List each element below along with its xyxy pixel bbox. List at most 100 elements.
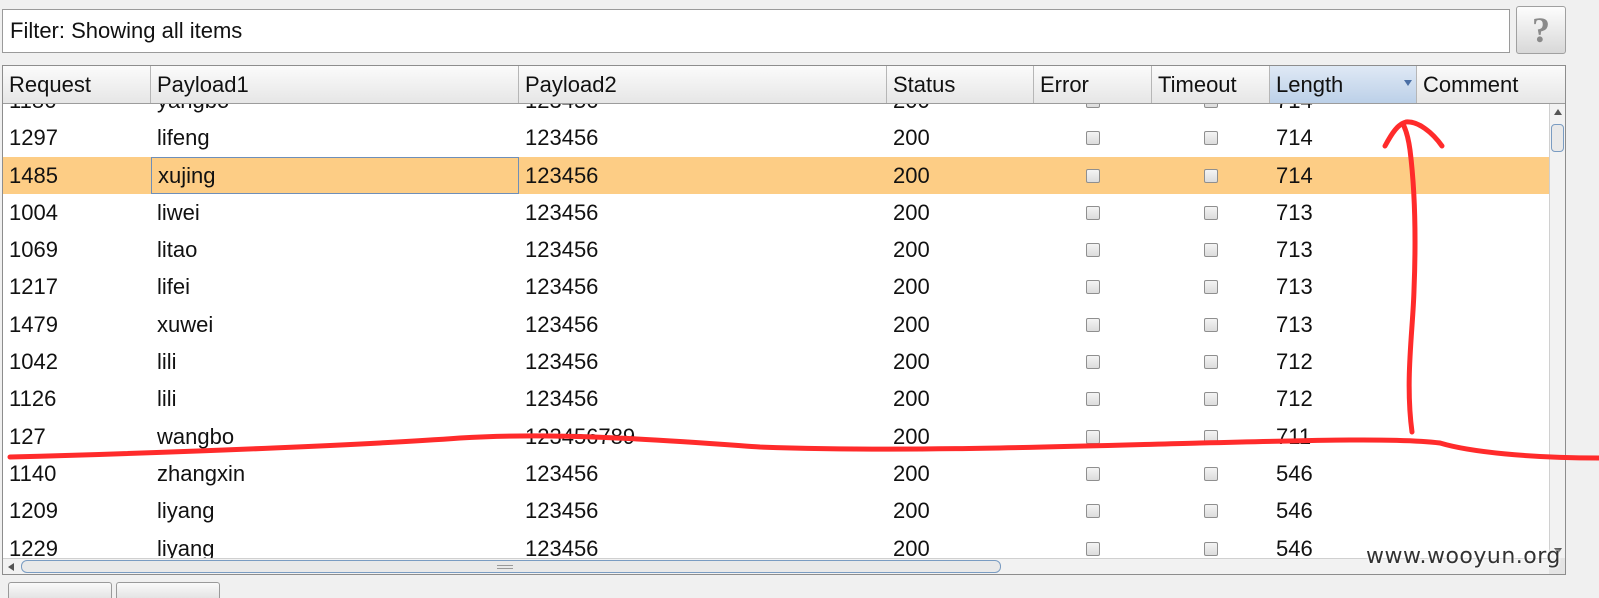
table-row[interactable]: 1140 zhangxin 123456 200 546 xyxy=(3,455,1549,492)
cell-payload1: wangbo xyxy=(157,423,235,449)
column-header-status[interactable]: Status xyxy=(887,66,1034,103)
cell-request: 127 xyxy=(9,423,46,449)
timeout-checkbox[interactable] xyxy=(1204,104,1218,108)
timeout-checkbox[interactable] xyxy=(1204,317,1218,332)
help-button[interactable]: ? xyxy=(1516,6,1566,54)
table-row[interactable]: 1297 lifeng 123456 200 714 xyxy=(3,119,1549,156)
column-header-payload2[interactable]: Payload2 xyxy=(519,66,887,103)
table-row[interactable]: 1186 yangbo 123456 200 714 xyxy=(3,104,1549,119)
table-row[interactable]: 127 wangbo 123456789 200 711 xyxy=(3,418,1549,455)
cell-payload2: 123456 xyxy=(519,104,598,119)
cell-request: 1229 xyxy=(9,535,58,558)
error-checkbox[interactable] xyxy=(1086,504,1100,519)
error-checkbox[interactable] xyxy=(1086,131,1100,146)
column-header-length[interactable]: Length xyxy=(1270,66,1417,103)
cell-payload2: 123456 xyxy=(525,460,599,486)
cell-status: 200 xyxy=(893,125,930,151)
timeout-checkbox[interactable] xyxy=(1204,466,1218,481)
error-checkbox[interactable] xyxy=(1086,168,1100,183)
timeout-checkbox[interactable] xyxy=(1204,392,1218,407)
table-row-selected[interactable]: 1485 xujing 123456 200 714 xyxy=(3,156,1549,194)
cell-payload1: zhangxin xyxy=(157,460,246,486)
cell-status: 200 xyxy=(887,104,930,119)
filter-bar[interactable]: Filter: Showing all items xyxy=(2,9,1510,53)
column-header-length-label: Length xyxy=(1276,72,1344,97)
table-row[interactable]: 1004 liwei 123456 200 713 xyxy=(3,194,1549,231)
error-checkbox[interactable] xyxy=(1086,541,1100,556)
cell-payload1: yangbo xyxy=(151,104,229,119)
timeout-checkbox[interactable] xyxy=(1204,429,1218,444)
column-header-error[interactable]: Error xyxy=(1034,66,1152,103)
table-header: Request Payload1 Payload2 Status Error T… xyxy=(3,66,1565,104)
cell-length: 713 xyxy=(1276,311,1313,337)
error-checkbox[interactable] xyxy=(1086,205,1100,220)
column-header-request[interactable]: Request xyxy=(3,66,151,103)
scroll-grip-icon xyxy=(497,565,513,569)
scroll-left-arrow-icon[interactable] xyxy=(8,563,14,571)
timeout-checkbox[interactable] xyxy=(1204,280,1218,295)
cell-payload2: 123456789 xyxy=(525,423,636,449)
error-checkbox[interactable] xyxy=(1086,243,1100,258)
column-header-payload1[interactable]: Payload1 xyxy=(151,66,519,103)
sort-descending-icon xyxy=(1404,80,1412,86)
table-row[interactable]: 1042 lili 123456 200 712 xyxy=(3,343,1549,380)
timeout-checkbox[interactable] xyxy=(1204,504,1218,519)
cell-status: 200 xyxy=(893,349,930,375)
cell-payload1: liyang xyxy=(157,535,215,558)
table-row[interactable]: 1479 xuwei 123456 200 713 xyxy=(3,306,1549,343)
cell-status: 200 xyxy=(893,460,930,486)
cell-payload1: liwei xyxy=(157,199,200,225)
cell-status: 200 xyxy=(893,498,930,524)
table-row[interactable]: 1209 liyang 123456 200 546 xyxy=(3,492,1549,529)
bottom-tab-2[interactable] xyxy=(116,582,220,598)
cell-payload2: 123456 xyxy=(525,162,599,188)
cell-status: 200 xyxy=(893,237,930,263)
cell-status: 200 xyxy=(893,162,930,188)
timeout-checkbox[interactable] xyxy=(1204,168,1218,183)
error-checkbox[interactable] xyxy=(1086,280,1100,295)
bottom-tab-1[interactable] xyxy=(8,582,112,598)
table-body: 1186 yangbo 123456 200 714 1297 lifeng 123456 20… xyxy=(3,104,1549,558)
table-row[interactable]: 1229 liyang 123456 200 546 xyxy=(3,530,1549,558)
cell-request: 1209 xyxy=(9,498,58,524)
cell-payload2: 123456 xyxy=(525,274,599,300)
cell-request: 1140 xyxy=(9,460,57,486)
column-header-comment[interactable]: Comment xyxy=(1417,66,1565,103)
vertical-scrollbar[interactable] xyxy=(1549,104,1565,558)
cell-request: 1126 xyxy=(9,386,57,412)
error-checkbox[interactable] xyxy=(1086,392,1100,407)
cell-length: 714 xyxy=(1276,162,1313,188)
horizontal-scrollbar[interactable] xyxy=(3,558,1549,574)
error-checkbox[interactable] xyxy=(1086,317,1100,332)
cell-request: 1042 xyxy=(9,349,58,375)
timeout-checkbox[interactable] xyxy=(1204,131,1218,146)
error-checkbox[interactable] xyxy=(1086,104,1100,108)
error-checkbox[interactable] xyxy=(1086,355,1100,370)
timeout-checkbox[interactable] xyxy=(1204,243,1218,258)
table-row[interactable]: 1217 lifei 123456 200 713 xyxy=(3,268,1549,305)
cell-length: 546 xyxy=(1276,535,1313,558)
cell-payload2: 123456 xyxy=(525,311,599,337)
horizontal-scroll-thumb[interactable] xyxy=(21,560,1001,573)
cell-length: 714 xyxy=(1270,104,1313,119)
cell-request: 1217 xyxy=(9,274,58,300)
scroll-up-arrow-icon[interactable] xyxy=(1554,109,1562,115)
table-row[interactable]: 1126 lili 123456 200 712 xyxy=(3,380,1549,417)
cell-status: 200 xyxy=(893,274,930,300)
timeout-checkbox[interactable] xyxy=(1204,541,1218,556)
vertical-scroll-thumb[interactable] xyxy=(1551,124,1564,152)
timeout-checkbox[interactable] xyxy=(1204,355,1218,370)
column-header-timeout[interactable]: Timeout xyxy=(1152,66,1270,103)
error-checkbox[interactable] xyxy=(1086,429,1100,444)
cell-status: 200 xyxy=(893,423,930,449)
cell-payload1: lili xyxy=(157,386,177,412)
cell-request: 1479 xyxy=(9,311,58,337)
error-checkbox[interactable] xyxy=(1086,466,1100,481)
cell-payload2: 123456 xyxy=(525,535,599,558)
cell-payload1: lifei xyxy=(157,274,191,300)
table-row[interactable]: 1069 litao 123456 200 713 xyxy=(3,231,1549,268)
cell-request: 1297 xyxy=(9,125,58,151)
cell-payload2: 123456 xyxy=(525,125,599,151)
cell-request: 1004 xyxy=(9,199,58,225)
timeout-checkbox[interactable] xyxy=(1204,205,1218,220)
